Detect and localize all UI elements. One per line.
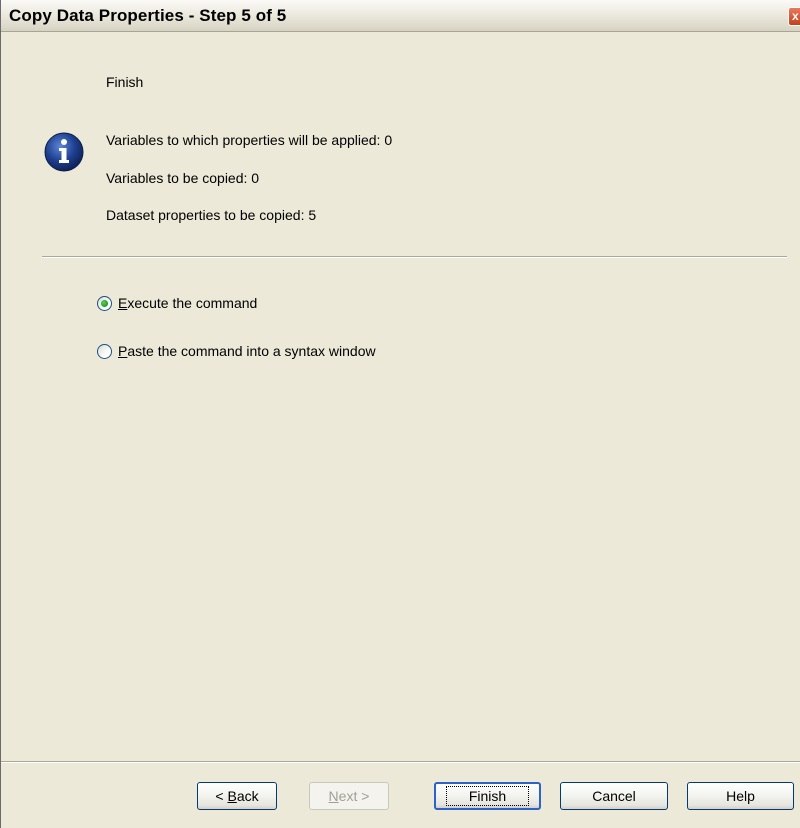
radio-selected-dot (101, 300, 108, 307)
back-prefix: < (215, 788, 228, 804)
execute-label[interactable]: Execute the command (118, 295, 257, 311)
back-button[interactable]: < Back (197, 782, 277, 810)
step-heading: Finish (106, 74, 144, 90)
finish-label: Finish (445, 786, 530, 806)
summary-properties-applied: Variables to which properties will be ap… (106, 132, 393, 148)
next-rest: ext (338, 788, 358, 804)
paste-mnemonic: P (118, 343, 128, 359)
paste-label-rest: aste the command into a syntax window (127, 343, 376, 359)
info-icon (44, 132, 84, 172)
summary-dataset-properties: Dataset properties to be copied: 5 (106, 207, 317, 223)
button-bar-divider (1, 761, 800, 763)
execute-radio[interactable] (97, 296, 112, 311)
paste-radio[interactable] (97, 344, 112, 359)
back-rest: ack (236, 788, 259, 804)
back-mnemonic: B (227, 788, 237, 804)
next-button[interactable]: Next > (309, 782, 389, 810)
next-suffix: > (357, 788, 370, 804)
cancel-button[interactable]: Cancel (560, 782, 668, 810)
copy-data-properties-dialog: Copy Data Properties - Step 5 of 5 x Fin… (0, 0, 800, 828)
summary-variables-copied: Variables to be copied: 0 (106, 170, 260, 186)
close-button[interactable]: x (788, 7, 800, 26)
execute-label-rest: xecute the command (127, 295, 258, 311)
help-label: Help (726, 788, 755, 804)
title-bar[interactable]: Copy Data Properties - Step 5 of 5 x (1, 0, 800, 32)
paste-label[interactable]: Paste the command into a syntax window (118, 343, 376, 359)
window-title: Copy Data Properties - Step 5 of 5 (9, 6, 287, 25)
cancel-label: Cancel (592, 788, 636, 804)
section-divider (42, 256, 787, 258)
finish-button[interactable]: Finish (434, 782, 541, 810)
help-button[interactable]: Help (687, 782, 794, 810)
next-mnemonic: N (328, 788, 339, 804)
execute-mnemonic: E (118, 295, 128, 311)
close-icon: x (792, 9, 799, 23)
